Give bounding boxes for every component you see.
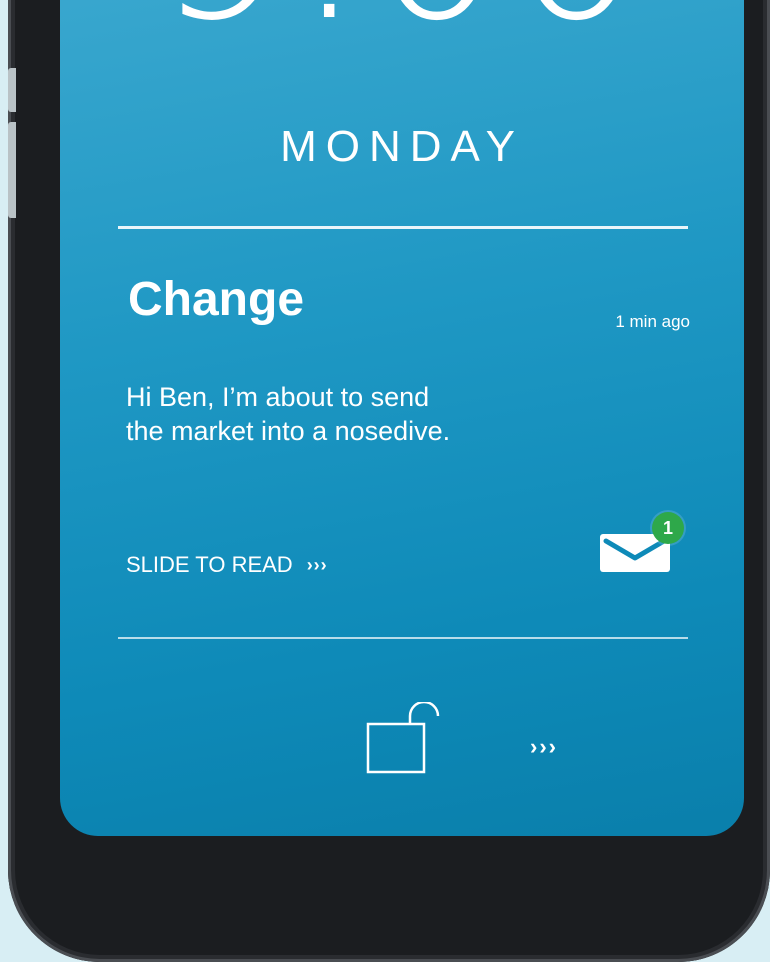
message-line: Hi Ben, I’m about to send: [126, 382, 430, 412]
unread-count-badge: 1: [652, 512, 684, 544]
notification-message: Hi Ben, I’m about to send the market int…: [126, 380, 626, 448]
phone-side-button: [8, 122, 16, 218]
unlock-chevrons-icon[interactable]: ›››: [530, 734, 558, 760]
top-divider: [118, 226, 688, 229]
phone-frame: 9:00 MONDAY Change 1 min ago Hi Ben, I’m…: [8, 0, 770, 962]
slide-to-read-label: SLIDE TO READ: [126, 552, 293, 577]
slide-chevrons-icon: ›››: [306, 554, 328, 575]
day-label: MONDAY: [280, 122, 524, 171]
notification-sender: Change: [128, 273, 305, 326]
lock-screen: 9:00 MONDAY Change 1 min ago Hi Ben, I’m…: [60, 0, 744, 836]
bottom-divider: [118, 637, 688, 639]
phone-side-button: [8, 68, 16, 112]
slide-to-read-control[interactable]: SLIDE TO READ ›››: [126, 552, 328, 578]
clock-time: 9:00: [60, 0, 744, 50]
open-padlock-icon[interactable]: [366, 702, 442, 774]
notification-time: 1 min ago: [615, 312, 690, 331]
message-line: the market into a nosedive.: [126, 416, 451, 446]
